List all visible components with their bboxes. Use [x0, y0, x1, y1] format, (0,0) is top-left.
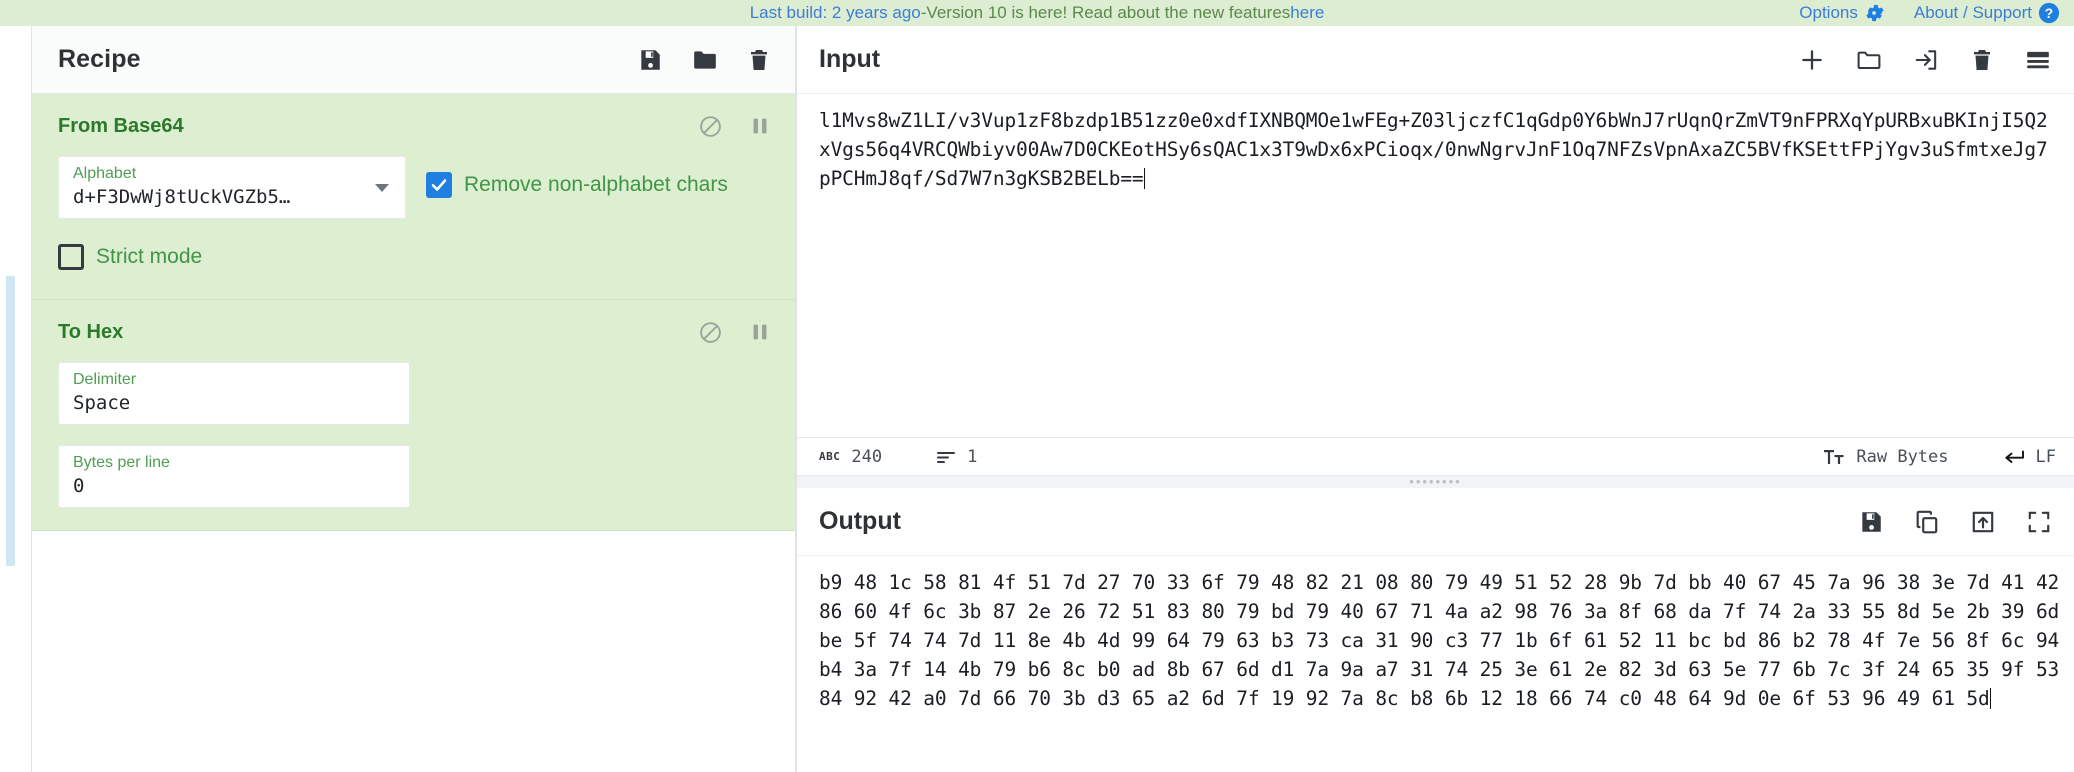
remove-non-alphabet-chars-checkbox[interactable]: Remove non-alphabet chars: [426, 156, 728, 214]
operation-controls: [698, 114, 771, 139]
about-support-label: About / Support: [1913, 3, 2032, 22]
output-textarea[interactable]: b9 48 1c 58 81 4f 51 7d 27 70 33 6f 79 4…: [797, 556, 2074, 772]
question-circle-icon[interactable]: ?: [2038, 2, 2060, 24]
output-line: b9 48 1c 58 81 4f 51 7d 27 70 33 6f 79 4…: [819, 571, 2060, 594]
clear-recipe-icon[interactable]: [747, 47, 771, 73]
operation-controls: [698, 320, 771, 345]
output-title-bar: Output: [797, 488, 2074, 556]
operation-title: To Hex: [58, 320, 124, 343]
banner-version-text: Version 10 is here! Read about the new f…: [926, 3, 1291, 22]
io-column: Input l1Mvs8wZ1LI/v3Vup1zF8bzdp1B51zz0e0…: [797, 26, 2074, 772]
alphabet-value: d+F3DwWj8tUckVGZb5…: [73, 186, 291, 208]
bytes-per-line-input[interactable]: Bytes per line 0: [58, 445, 410, 508]
load-recipe-icon[interactable]: [691, 47, 719, 73]
svg-text:?: ?: [2045, 6, 2053, 21]
save-recipe-icon[interactable]: [637, 47, 663, 73]
output-panel: Output b9 48 1c 58 81 4f 51 7d 27 70 33 …: [797, 488, 2074, 772]
character-count-icon: ABC: [819, 450, 841, 463]
replace-input-with-output-icon[interactable]: [1970, 509, 1996, 535]
operations-scrollbar-thumb[interactable]: [6, 276, 15, 566]
disable-operation-icon[interactable]: [698, 114, 723, 139]
input-title-bar: Input: [797, 26, 2074, 94]
remove-non-alphabet-chars-label: Remove non-alphabet chars: [464, 173, 728, 196]
io-splitter[interactable]: ••••••••: [797, 474, 2074, 489]
checkbox-unchecked-icon[interactable]: [58, 244, 84, 270]
operation-header: From Base64: [58, 110, 771, 142]
input-encoding-selector[interactable]: Raw Bytes: [1823, 446, 1949, 467]
bytes-per-line-value: 0: [73, 475, 85, 497]
maximise-output-icon[interactable]: [2026, 509, 2052, 535]
top-banner: Last build: 2 years ago - Version 10 is …: [0, 0, 2074, 26]
input-line-ending-label: LF: [2035, 446, 2056, 467]
recipe-operation-to-hex[interactable]: To Hex Delimiter Space Bytes per line 0: [32, 300, 795, 531]
reset-pane-layout-icon[interactable]: [2024, 47, 2052, 73]
open-folder-as-input-icon[interactable]: [1855, 47, 1883, 73]
line-ending-icon[interactable]: [2003, 449, 2025, 465]
strict-mode-checkbox[interactable]: Strict mode: [58, 237, 771, 277]
text-cursor: [1143, 168, 1145, 189]
breakpoint-icon[interactable]: [749, 114, 771, 138]
operation-arguments: Alphabet d+F3DwWj8tUckVGZb5… Remove non-…: [58, 156, 771, 219]
output-text-cursor: [1989, 688, 1991, 709]
app-body: Recipe From Base64 Alphabet d+F3DwWj8tUc…: [0, 26, 2074, 772]
output-line: b4 3a 7f 14 4b 79 b6 8c b0 ad 8b 67 6d d…: [819, 658, 2060, 681]
options-button[interactable]: Options: [1799, 2, 1886, 24]
operation-arguments: Delimiter Space Bytes per line 0: [58, 362, 771, 508]
input-encoding-label: Raw Bytes: [1856, 446, 1949, 467]
delimiter-input[interactable]: Delimiter Space: [58, 362, 410, 425]
open-file-as-input-icon[interactable]: [1913, 47, 1940, 73]
save-output-icon[interactable]: [1858, 509, 1884, 535]
output-title: Output: [819, 507, 901, 535]
bytes-per-line-label: Bytes per line: [73, 454, 170, 471]
delimiter-value: Space: [73, 392, 131, 414]
clear-input-icon[interactable]: [1970, 47, 1994, 73]
output-toolbar: [1858, 509, 2052, 535]
about-support-button[interactable]: About / Support ?: [1914, 2, 2060, 24]
strict-mode-label: Strict mode: [96, 245, 203, 268]
operation-title: From Base64: [58, 114, 184, 137]
recipe-title: Recipe: [58, 45, 141, 73]
recipe-operation-list[interactable]: From Base64 Alphabet d+F3DwWj8tUckVGZb5……: [32, 94, 795, 772]
recipe-title-bar: Recipe: [32, 26, 795, 94]
gear-icon[interactable]: [1864, 2, 1886, 24]
input-lines-value: 1: [967, 446, 978, 467]
output-line: 86 60 4f 6c 3b 87 2e 26 72 51 83 80 79 b…: [819, 600, 2060, 623]
input-textarea[interactable]: l1Mvs8wZ1LI/v3Vup1zF8bzdp1B51zz0e0xdfIXN…: [797, 94, 2074, 437]
recipe-panel: Recipe From Base64 Alphabet d+F3DwWj8tUc…: [32, 26, 797, 772]
input-character-encoding-icon[interactable]: [1823, 448, 1845, 466]
output-line: 84 92 42 a0 7d 66 70 3b d3 65 a2 6d 7f 1…: [819, 687, 1990, 710]
input-title: Input: [819, 45, 881, 73]
alphabet-label: Alphabet: [73, 165, 137, 182]
banner-right-actions: Options About / Support ?: [1799, 0, 2060, 26]
input-length-group: ABC 240: [819, 447, 882, 467]
operations-rail: [0, 26, 32, 772]
add-input-tab-icon[interactable]: [1799, 47, 1825, 73]
input-panel: Input l1Mvs8wZ1LI/v3Vup1zF8bzdp1B51zz0e0…: [797, 26, 2074, 476]
disable-operation-icon[interactable]: [698, 320, 723, 345]
line-count-icon: [936, 449, 956, 465]
output-line: be 5f 74 74 7d 11 8e 4b 4d 99 64 79 63 b…: [819, 629, 2060, 652]
input-length-value: 240: [851, 446, 883, 467]
breakpoint-icon[interactable]: [749, 320, 771, 344]
input-toolbar: [1799, 47, 2052, 73]
banner-here-link[interactable]: here: [1290, 3, 1324, 23]
input-value: l1Mvs8wZ1LI/v3Vup1zF8bzdp1B51zz0e0xdfIXN…: [819, 109, 2048, 190]
operation-header: To Hex: [58, 316, 771, 348]
input-line-ending-selector[interactable]: LF: [2003, 447, 2056, 467]
copy-output-icon[interactable]: [1914, 509, 1940, 535]
recipe-toolbar: [637, 47, 771, 73]
recipe-operation-from-base64[interactable]: From Base64 Alphabet d+F3DwWj8tUckVGZb5……: [32, 94, 795, 300]
input-status-bar: ABC 240 1 Raw Bytes LF: [797, 437, 2074, 475]
input-lines-group: 1: [936, 447, 977, 467]
splitter-grip-icon: ••••••••: [1409, 474, 1462, 489]
checkbox-checked-icon[interactable]: [426, 172, 452, 198]
options-label: Options: [1799, 3, 1858, 22]
alphabet-select[interactable]: Alphabet d+F3DwWj8tUckVGZb5…: [58, 156, 406, 219]
chevron-down-icon[interactable]: [375, 183, 389, 192]
delimiter-label: Delimiter: [73, 371, 137, 388]
banner-build-text: Last build: 2 years ago: [749, 3, 921, 22]
